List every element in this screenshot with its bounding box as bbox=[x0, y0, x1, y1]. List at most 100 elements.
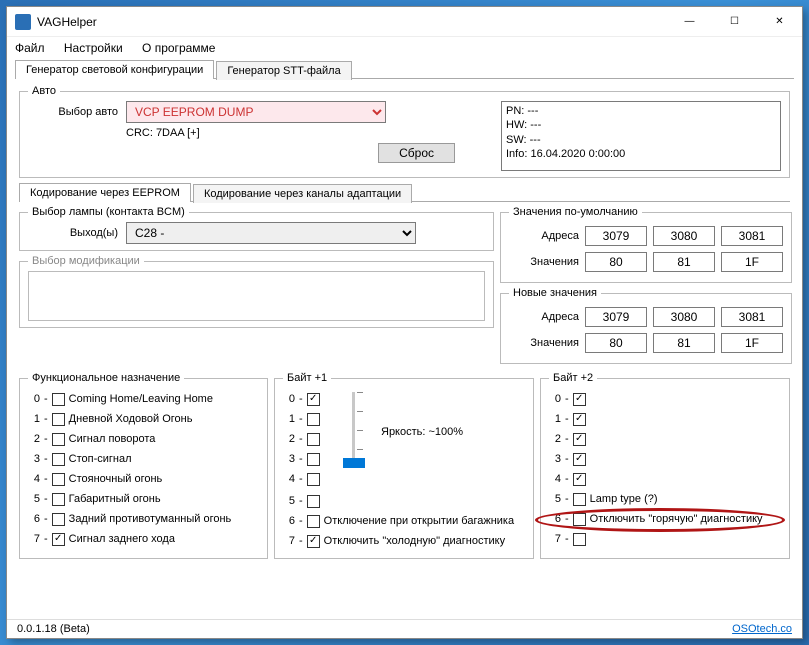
checkbox[interactable] bbox=[307, 393, 320, 406]
checkbox-label: Задний противотуманный огонь bbox=[69, 513, 232, 525]
brightness-slider[interactable] bbox=[343, 392, 373, 468]
byte2-item-7: 7- bbox=[549, 530, 781, 548]
new-addr-label: Адреса bbox=[509, 311, 579, 323]
checkbox[interactable] bbox=[573, 473, 586, 486]
checkbox[interactable] bbox=[52, 453, 65, 466]
checkbox[interactable] bbox=[307, 473, 320, 486]
auto-legend: Авто bbox=[28, 85, 60, 97]
func-item-6: 6-Задний противотуманный огонь bbox=[28, 510, 259, 528]
checkbox[interactable] bbox=[52, 493, 65, 506]
vendor-link[interactable]: OSOtech.co bbox=[732, 623, 792, 635]
bit-index: 7 bbox=[549, 533, 561, 545]
checkbox-label: Отключить "холодную" диагностику bbox=[324, 535, 505, 547]
status-bar: 0.0.1.18 (Beta) OSOtech.co bbox=[7, 619, 802, 638]
byte1-item-0: 0- bbox=[283, 390, 329, 408]
def-val-label: Значения bbox=[509, 256, 579, 268]
subtab-eeprom[interactable]: Кодирование через EEPROM bbox=[19, 183, 191, 202]
byte1-group: Байт +1 0-1-2-3-4- bbox=[274, 372, 534, 559]
checkbox-label: Стоп-сигнал bbox=[69, 453, 132, 465]
bit-index: 3 bbox=[28, 453, 40, 465]
bit-index: 2 bbox=[283, 433, 295, 445]
checkbox[interactable] bbox=[307, 453, 320, 466]
bit-index: 5 bbox=[549, 493, 561, 505]
checkbox[interactable] bbox=[52, 413, 65, 426]
checkbox[interactable] bbox=[52, 533, 65, 546]
car-select-label: Выбор авто bbox=[28, 106, 118, 118]
bit-index: 2 bbox=[549, 433, 561, 445]
car-select[interactable]: VCP EEPROM DUMP bbox=[126, 101, 386, 123]
checkbox[interactable] bbox=[573, 433, 586, 446]
new-val-label: Значения bbox=[509, 337, 579, 349]
def-addr-label: Адреса bbox=[509, 230, 579, 242]
tab-light-config[interactable]: Генератор световой конфигурации bbox=[15, 60, 214, 79]
minimize-button[interactable]: — bbox=[667, 7, 712, 37]
checkbox[interactable] bbox=[307, 413, 320, 426]
bit-index: 0 bbox=[283, 393, 295, 405]
info-sw: SW: --- bbox=[506, 133, 776, 147]
sub-tabs: Кодирование через EEPROM Кодирование чер… bbox=[19, 182, 790, 202]
byte1-item-7: 7-Отключить "холодную" диагностику bbox=[283, 532, 525, 550]
checkbox[interactable] bbox=[573, 493, 586, 506]
func-item-4: 4-Стояночный огонь bbox=[28, 470, 259, 488]
auto-group: Авто Выбор авто VCP EEPROM DUMP CRC: 7DA… bbox=[19, 85, 790, 178]
menu-about[interactable]: О программе bbox=[142, 41, 215, 55]
new-val-1: 81 bbox=[653, 333, 715, 353]
brightness-label: Яркость: ~100% bbox=[381, 426, 463, 490]
def-addr-2: 3081 bbox=[721, 226, 783, 246]
checkbox[interactable] bbox=[307, 515, 320, 528]
checkbox-label: Отключить "горячую" диагностику bbox=[590, 513, 763, 525]
func-item-2: 2-Сигнал поворота bbox=[28, 430, 259, 448]
func-item-7: 7-Сигнал заднего хода bbox=[28, 530, 259, 548]
checkbox[interactable] bbox=[573, 513, 586, 526]
new-val-2: 1F bbox=[721, 333, 783, 353]
app-icon bbox=[15, 14, 31, 30]
tab-stt-file[interactable]: Генератор STT-файла bbox=[216, 61, 351, 80]
checkbox-label: Lamp type (?) bbox=[590, 493, 658, 505]
checkbox[interactable] bbox=[307, 495, 320, 508]
info-box: PN: --- HW: --- SW: --- Info: 16.04.2020… bbox=[501, 101, 781, 171]
bit-index: 6 bbox=[549, 513, 561, 525]
def-val-2: 1F bbox=[721, 252, 783, 272]
newvals-group: Новые значения Адреса 3079 3080 3081 Зна… bbox=[500, 287, 792, 364]
output-select[interactable]: C28 - bbox=[126, 222, 416, 244]
bit-index: 5 bbox=[28, 493, 40, 505]
checkbox-label: Дневной Ходовой Огонь bbox=[69, 413, 193, 425]
menu-file[interactable]: Файл bbox=[15, 41, 45, 55]
checkbox[interactable] bbox=[52, 433, 65, 446]
new-addr-1: 3080 bbox=[653, 307, 715, 327]
func-item-0: 0-Coming Home/Leaving Home bbox=[28, 390, 259, 408]
version-label: 0.0.1.18 (Beta) bbox=[17, 623, 90, 635]
bit-index: 0 bbox=[28, 393, 40, 405]
bit-index: 2 bbox=[28, 433, 40, 445]
checkbox[interactable] bbox=[307, 535, 320, 548]
reset-button[interactable]: Сброс bbox=[378, 143, 455, 163]
subtab-channels[interactable]: Кодирование через каналы адаптации bbox=[193, 184, 412, 203]
bit-index: 3 bbox=[283, 453, 295, 465]
byte1-item-1: 1- bbox=[283, 410, 329, 428]
byte2-legend: Байт +2 bbox=[549, 372, 597, 384]
checkbox[interactable] bbox=[307, 433, 320, 446]
def-val-1: 81 bbox=[653, 252, 715, 272]
close-button[interactable]: ✕ bbox=[757, 7, 802, 37]
checkbox[interactable] bbox=[573, 453, 586, 466]
checkbox-label: Габаритный огонь bbox=[69, 493, 161, 505]
byte2-item-3: 3- bbox=[549, 450, 781, 468]
checkbox[interactable] bbox=[52, 473, 65, 486]
mod-legend: Выбор модификации bbox=[28, 255, 144, 267]
bit-index: 4 bbox=[549, 473, 561, 485]
func-group: Функциональное назначение 0-Coming Home/… bbox=[19, 372, 268, 559]
checkbox[interactable] bbox=[573, 413, 586, 426]
bit-index: 1 bbox=[28, 413, 40, 425]
func-legend: Функциональное назначение bbox=[28, 372, 184, 384]
menu-settings[interactable]: Настройки bbox=[64, 41, 123, 55]
output-label: Выход(ы) bbox=[28, 227, 118, 239]
bit-index: 3 bbox=[549, 453, 561, 465]
checkbox-label: Стояночный огонь bbox=[69, 473, 163, 485]
checkbox[interactable] bbox=[573, 533, 586, 546]
mod-box bbox=[28, 271, 485, 321]
checkbox[interactable] bbox=[52, 393, 65, 406]
bit-index: 6 bbox=[28, 513, 40, 525]
maximize-button[interactable]: ☐ bbox=[712, 7, 757, 37]
checkbox[interactable] bbox=[573, 393, 586, 406]
checkbox[interactable] bbox=[52, 513, 65, 526]
